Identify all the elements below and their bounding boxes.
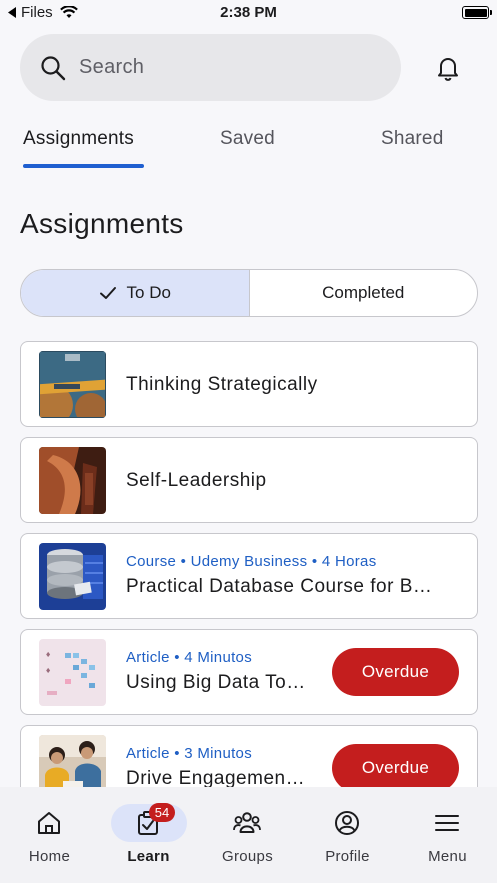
overdue-badge: Overdue: [332, 648, 459, 696]
tab-saved[interactable]: Saved: [220, 128, 275, 150]
card-title: Thinking Strategically: [126, 374, 318, 395]
search-icon: [41, 55, 66, 80]
card-meta: Article • 4 Minutos: [126, 649, 252, 666]
filter-todo-button[interactable]: To Do: [21, 270, 250, 316]
assignment-list: Thinking Strategically Self-Leadership C…: [0, 341, 497, 787]
status-bar: Files 2:38 PM: [0, 0, 497, 26]
card-title: Drive Engagemen…: [126, 768, 306, 787]
filter-todo-label: To Do: [126, 283, 171, 302]
database-image: [39, 543, 106, 610]
engagement-image: [39, 735, 106, 787]
battery-icon: [462, 6, 492, 19]
filter-completed-button[interactable]: Completed: [250, 270, 478, 316]
learn-count-badge: 54: [149, 803, 175, 822]
card-title: Using Big Data To…: [126, 672, 306, 693]
assignment-card[interactable]: Article • 3 Minutos Drive Engagemen… Ove…: [20, 725, 478, 787]
groups-icon: [233, 812, 261, 833]
svg-text:♦: ♦: [45, 651, 51, 659]
nav-groups[interactable]: Groups: [198, 787, 297, 883]
nav-profile[interactable]: Profile: [298, 787, 397, 883]
profile-icon: [335, 811, 359, 835]
tab-bar: Assignments Saved Shared: [0, 122, 497, 168]
nav-menu-label: Menu: [428, 848, 467, 865]
card-meta: Article • 3 Minutos: [126, 745, 252, 762]
bottom-navigation: Home 54 Learn Groups Profile Menu: [0, 787, 497, 883]
search-input[interactable]: Search: [20, 34, 401, 101]
assignment-card[interactable]: Self-Leadership: [20, 437, 478, 523]
search-placeholder: Search: [79, 56, 145, 78]
card-title: Practical Database Course for B…: [126, 576, 433, 597]
svg-text:♦: ♦: [45, 667, 51, 675]
page-title: Assignments: [20, 208, 184, 239]
card-meta: Course • Udemy Business • 4 Horas: [126, 553, 377, 570]
notifications-bell-icon[interactable]: [434, 54, 462, 82]
status-time: 2:38 PM: [220, 4, 277, 21]
leadership-image: [39, 447, 106, 514]
checkmark-icon: [99, 287, 116, 299]
filter-completed-label: Completed: [322, 283, 405, 302]
status-filter: To Do Completed: [20, 269, 478, 317]
nav-groups-label: Groups: [222, 848, 273, 865]
home-icon: [38, 812, 60, 834]
strategy-image: [39, 351, 106, 418]
assignment-card[interactable]: Course • Udemy Business • 4 Horas Practi…: [20, 533, 478, 619]
menu-icon: [435, 815, 459, 831]
nav-learn[interactable]: 54 Learn: [99, 787, 198, 883]
overdue-badge: Overdue: [332, 744, 459, 787]
assignment-card[interactable]: ♦ ♦ Article • 4 Minutos Using Big Data T…: [20, 629, 478, 715]
nav-learn-label: Learn: [127, 848, 170, 865]
tab-shared[interactable]: Shared: [381, 128, 443, 150]
nav-profile-label: Profile: [325, 848, 370, 865]
nav-home[interactable]: Home: [0, 787, 99, 883]
assignment-card[interactable]: Thinking Strategically: [20, 341, 478, 427]
active-tab-indicator: [23, 164, 144, 168]
tab-assignments[interactable]: Assignments: [23, 128, 134, 150]
bigdata-image: ♦ ♦: [39, 639, 106, 706]
nav-menu[interactable]: Menu: [398, 787, 497, 883]
card-title: Self-Leadership: [126, 470, 267, 491]
nav-home-label: Home: [28, 848, 71, 865]
